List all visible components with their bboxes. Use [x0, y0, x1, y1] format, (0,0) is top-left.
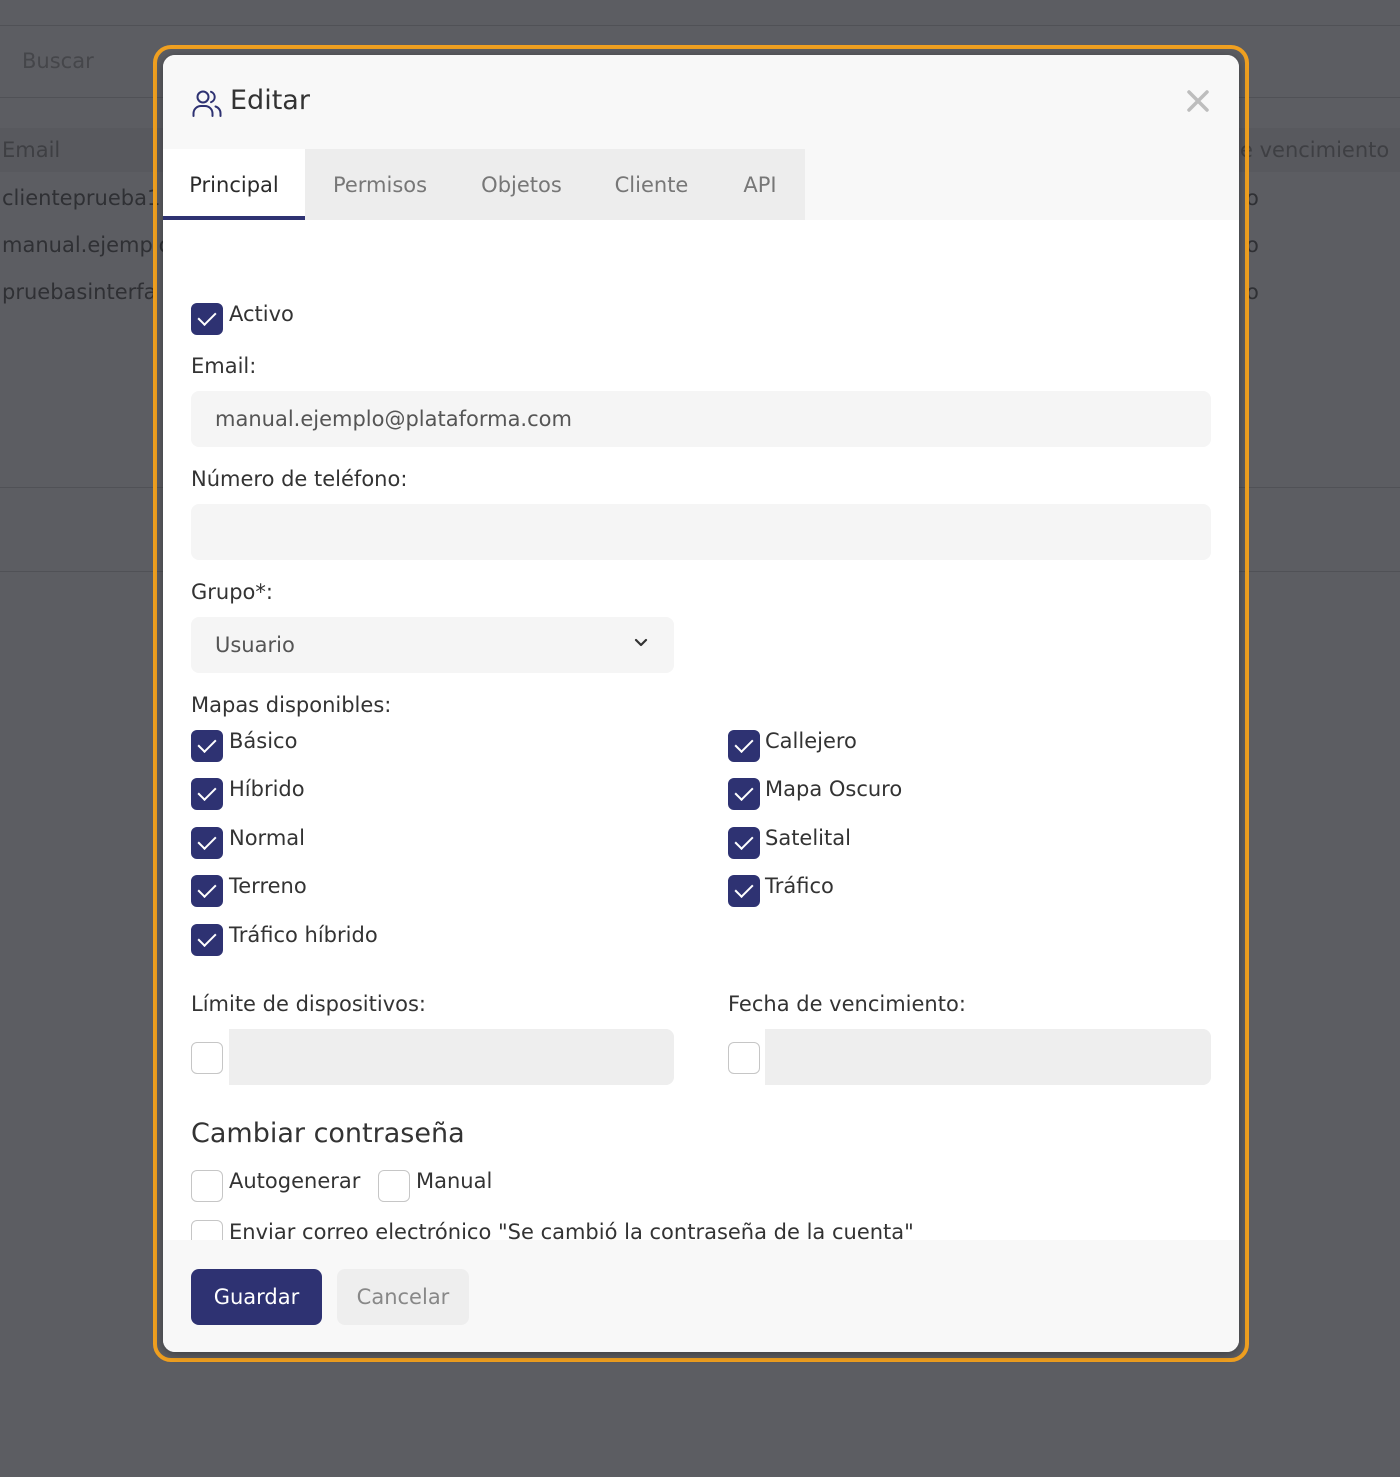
map-label-trafico-hibrido: Tráfico híbrido [229, 923, 378, 947]
tab-permisos[interactable]: Permisos [305, 149, 455, 220]
map-checkbox-satelital[interactable] [728, 827, 760, 859]
map-label-satelital: Satelital [765, 826, 851, 850]
phone-label: Número de teléfono: [191, 467, 408, 491]
background-search-placeholder: Buscar [22, 49, 94, 73]
expiration-date-field[interactable] [765, 1029, 1211, 1085]
device-limit-label: Límite de dispositivos: [191, 992, 426, 1016]
background-row-email: clienteprueba1 [2, 186, 161, 210]
map-label-terreno: Terreno [229, 874, 307, 898]
expiration-date-label: Fecha de vencimiento: [728, 992, 966, 1016]
change-password-title: Cambiar contraseña [191, 1118, 465, 1149]
phone-field[interactable] [191, 504, 1211, 560]
map-label-hibrido: Híbrido [229, 777, 305, 801]
edit-user-modal: Editar Principal Permisos Objetos Client… [163, 55, 1239, 1352]
map-checkbox-callejero[interactable] [728, 730, 760, 762]
chevron-down-icon [634, 638, 648, 647]
map-label-basico: Básico [229, 729, 298, 753]
device-limit-checkbox[interactable] [191, 1042, 223, 1074]
activo-label: Activo [229, 302, 294, 326]
map-checkbox-terreno[interactable] [191, 875, 223, 907]
tab-api[interactable]: API [715, 149, 805, 220]
group-select-value: Usuario [215, 633, 295, 657]
manual-checkbox[interactable] [378, 1170, 410, 1202]
device-limit-field[interactable] [229, 1029, 674, 1085]
save-button[interactable]: Guardar [191, 1269, 322, 1325]
background-column-vencimiento: e vencimiento [1240, 138, 1390, 162]
email-label: Email: [191, 354, 257, 378]
map-checkbox-normal[interactable] [191, 827, 223, 859]
manual-label: Manual [416, 1169, 493, 1193]
map-checkbox-mapa-oscuro[interactable] [728, 778, 760, 810]
tab-principal[interactable]: Principal [163, 149, 305, 220]
modal-footer: Guardar Cancelar [163, 1240, 1239, 1352]
group-label: Grupo*: [191, 580, 273, 604]
modal-body: Activo Email: manual.ejemplo@plataforma.… [163, 220, 1239, 1252]
users-icon [192, 90, 222, 117]
tab-objetos[interactable]: Objetos [455, 149, 588, 220]
modal-title: Editar [230, 85, 310, 116]
map-checkbox-basico[interactable] [191, 730, 223, 762]
background-column-email: Email [2, 138, 61, 162]
background-topbar [0, 0, 1400, 26]
map-label-trafico: Tráfico [765, 874, 834, 898]
background-row-email: pruebasinterfa [2, 280, 157, 304]
autogenerate-checkbox[interactable] [191, 1170, 223, 1202]
expiration-date-checkbox[interactable] [728, 1042, 760, 1074]
maps-label: Mapas disponibles: [191, 693, 392, 717]
email-field[interactable]: manual.ejemplo@plataforma.com [191, 391, 1211, 447]
map-label-mapa-oscuro: Mapa Oscuro [765, 777, 903, 801]
tabs: Principal Permisos Objetos Cliente API [163, 149, 805, 220]
close-icon[interactable] [1185, 88, 1211, 114]
tab-cliente[interactable]: Cliente [588, 149, 715, 220]
activo-checkbox[interactable] [191, 303, 223, 335]
cancel-button[interactable]: Cancelar [337, 1269, 469, 1325]
map-label-callejero: Callejero [765, 729, 857, 753]
autogenerate-label: Autogenerar [229, 1169, 361, 1193]
modal-header: Editar [163, 55, 1239, 149]
map-label-normal: Normal [229, 826, 305, 850]
map-checkbox-trafico[interactable] [728, 875, 760, 907]
map-checkbox-hibrido[interactable] [191, 778, 223, 810]
map-checkbox-trafico-hibrido[interactable] [191, 924, 223, 956]
group-select[interactable]: Usuario [191, 617, 674, 673]
background-row-email: manual.ejemplo [2, 233, 172, 257]
